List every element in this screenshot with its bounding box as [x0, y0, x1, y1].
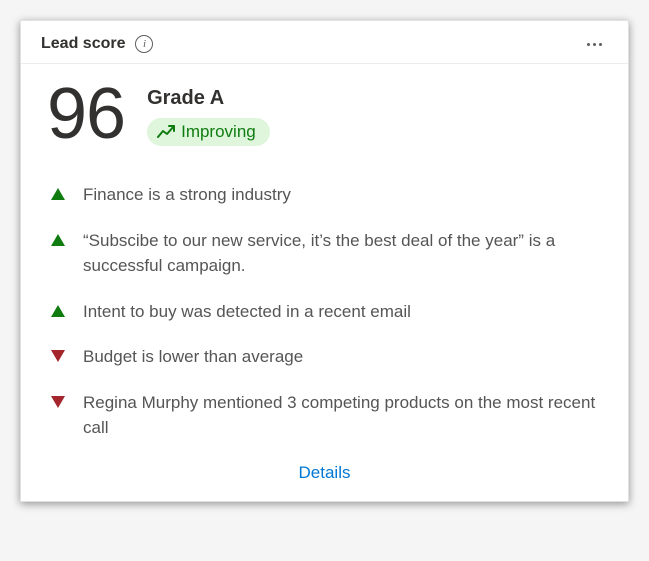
triangle-up-icon — [51, 188, 65, 200]
list-item: Regina Murphy mentioned 3 competing prod… — [51, 380, 600, 451]
trend-label: Improving — [181, 122, 256, 142]
lead-score-card: Lead score i 96 Grade A Improving Financ… — [20, 20, 629, 502]
more-button[interactable] — [581, 39, 608, 50]
score-grade: Grade A — [147, 87, 270, 110]
list-item: “Subscibe to our new service, it’s the b… — [51, 218, 600, 289]
score-value: 96 — [47, 78, 125, 150]
details-link[interactable]: Details — [299, 463, 351, 482]
reason-text: Finance is a strong industry — [83, 182, 600, 208]
triangle-up-icon — [51, 305, 65, 317]
reasons-list: Finance is a strong industry “Subscibe t… — [21, 160, 628, 457]
score-meta: Grade A Improving — [147, 83, 270, 146]
triangle-down-icon — [51, 396, 65, 408]
more-dots-icon — [587, 43, 590, 46]
triangle-down-icon — [51, 350, 65, 362]
triangle-up-icon — [51, 234, 65, 246]
reason-text: Regina Murphy mentioned 3 competing prod… — [83, 390, 600, 441]
list-item: Finance is a strong industry — [51, 172, 600, 218]
info-icon[interactable]: i — [135, 35, 153, 53]
footer: Details — [21, 457, 628, 501]
card-header: Lead score i — [21, 21, 628, 64]
list-item: Budget is lower than average — [51, 334, 600, 380]
list-item: Intent to buy was detected in a recent e… — [51, 289, 600, 335]
score-row: 96 Grade A Improving — [21, 64, 628, 160]
trend-badge: Improving — [147, 118, 270, 146]
reason-text: Budget is lower than average — [83, 344, 600, 370]
trend-up-icon — [157, 125, 175, 139]
reason-text: “Subscibe to our new service, it’s the b… — [83, 228, 600, 279]
reason-text: Intent to buy was detected in a recent e… — [83, 299, 600, 325]
card-title: Lead score — [41, 35, 125, 53]
